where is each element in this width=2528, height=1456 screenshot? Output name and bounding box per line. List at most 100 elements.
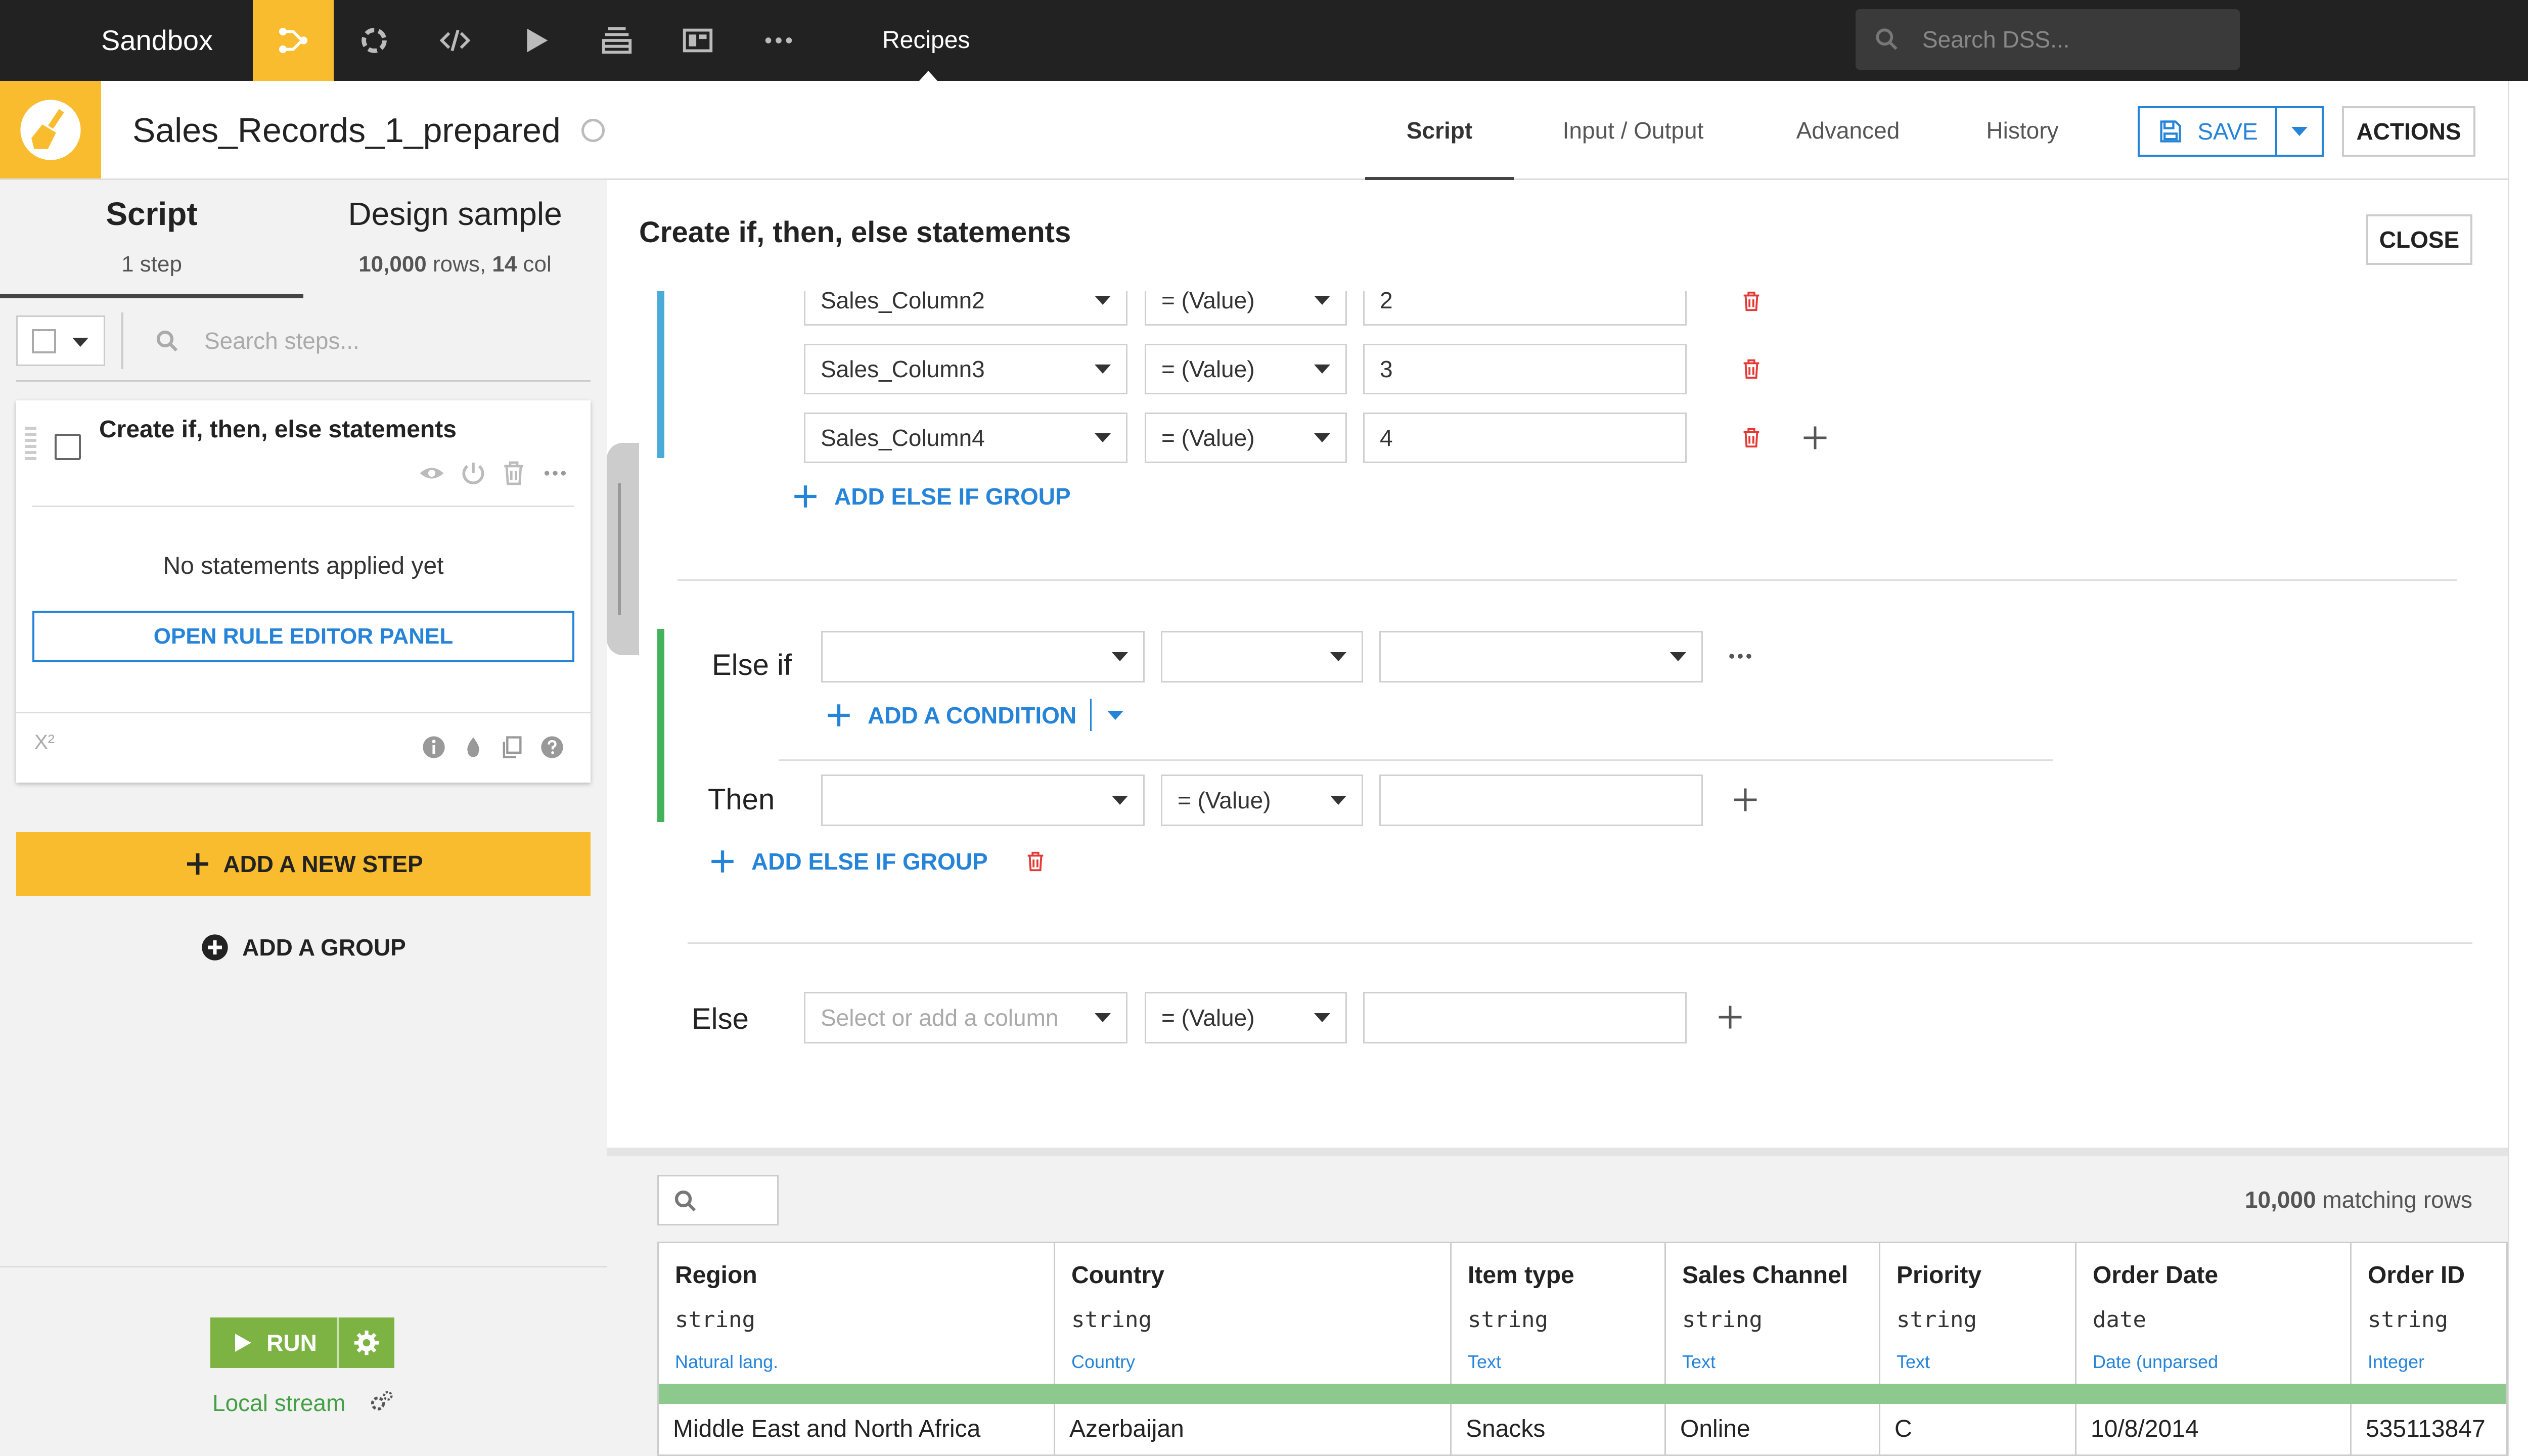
then-operator-select[interactable]: = (Value) <box>1161 775 1363 826</box>
local-stream-engine[interactable]: Local stream <box>212 1389 345 1417</box>
then-column-select[interactable] <box>821 775 1145 826</box>
panel-resize-handle[interactable] <box>607 443 639 655</box>
table-cell[interactable]: Middle East and North Africa <box>673 1415 980 1443</box>
copy-icon[interactable] <box>498 733 526 761</box>
condition-column-select[interactable]: Sales_Column2 <box>804 291 1127 326</box>
more-icon[interactable] <box>738 0 819 81</box>
add-else-if-group-button[interactable]: ADD ELSE IF GROUP <box>708 841 988 882</box>
column-storage-type[interactable]: string <box>675 1307 755 1333</box>
datasets-icon[interactable] <box>576 0 657 81</box>
else-column-select[interactable]: Select or add a column <box>804 992 1127 1043</box>
close-button[interactable]: CLOSE <box>2366 214 2472 265</box>
delete-icon[interactable] <box>1735 422 1768 454</box>
info-icon[interactable] <box>420 733 448 761</box>
add-condition-button[interactable]: ADD A CONDITION <box>824 693 1076 738</box>
column-header[interactable]: Priority string Text C <box>1880 1243 2076 1454</box>
table-cell[interactable]: Snacks <box>1466 1415 1545 1443</box>
column-storage-type[interactable]: string <box>1071 1307 1152 1333</box>
drag-handle-icon[interactable] <box>25 427 36 463</box>
step-card[interactable]: Create if, then, else statements No stat… <box>16 400 591 783</box>
column-meaning[interactable]: Text <box>1468 1351 1501 1373</box>
add-group-button[interactable]: ADD A GROUP <box>152 922 455 973</box>
run-button[interactable]: RUN <box>210 1317 337 1368</box>
column-storage-type[interactable]: string <box>1468 1307 1548 1333</box>
column-meaning[interactable]: Country <box>1071 1351 1135 1373</box>
discussion-icon[interactable] <box>2509 480 2528 541</box>
column-header[interactable]: Country string Country Azerbaijan <box>1055 1243 1452 1454</box>
project-name[interactable]: Sandbox <box>101 0 213 81</box>
add-new-step-button[interactable]: ADD A NEW STEP <box>16 832 591 896</box>
add-action-plus-icon[interactable] <box>1729 784 1762 816</box>
table-cell[interactable]: C <box>1894 1415 1912 1443</box>
list-icon[interactable] <box>2509 384 2528 445</box>
table-cell[interactable]: 535113847 <box>2366 1415 2486 1443</box>
power-icon[interactable] <box>457 457 489 489</box>
add-circle-icon[interactable] <box>2509 193 2528 253</box>
step-checkbox[interactable] <box>55 434 81 460</box>
column-meaning[interactable]: Date (unparsed <box>2093 1351 2218 1373</box>
column-meaning[interactable]: Text <box>1897 1351 1930 1373</box>
else-if-operator-select[interactable] <box>1161 631 1363 682</box>
dashboard-icon[interactable] <box>657 0 738 81</box>
save-options-dropdown[interactable] <box>2277 108 2322 155</box>
select-all-dropdown[interactable] <box>16 315 105 366</box>
condition-value-input[interactable]: 3 <box>1363 344 1687 394</box>
column-meaning[interactable]: Natural lang. <box>675 1351 778 1373</box>
column-search-input[interactable] <box>657 1175 779 1225</box>
column-storage-type[interactable]: string <box>1897 1307 1977 1333</box>
column-meaning[interactable]: Text <box>1682 1351 1716 1373</box>
condition-column-select[interactable]: Sales_Column4 <box>804 413 1127 463</box>
delete-icon[interactable] <box>1735 291 1768 317</box>
eye-icon[interactable] <box>416 457 448 489</box>
condition-value-input[interactable]: 2 <box>1363 291 1687 326</box>
back-arrow-icon[interactable] <box>2509 99 2528 159</box>
column-storage-type[interactable]: date <box>2093 1307 2146 1333</box>
condition-operator-select[interactable]: = (Value) <box>1145 344 1347 394</box>
table-cell[interactable]: 10/8/2014 <box>2091 1415 2199 1443</box>
jobs-icon[interactable] <box>334 0 415 81</box>
add-else-action-plus-icon[interactable] <box>1714 1001 1746 1033</box>
edit-name-icon[interactable] <box>581 119 605 142</box>
delete-icon[interactable] <box>1735 353 1768 385</box>
global-search-input[interactable]: Search DSS... <box>1856 9 2240 70</box>
column-header[interactable]: Region string Natural lang. Middle East and… <box>659 1243 1055 1454</box>
column-storage-type[interactable]: string <box>2368 1307 2448 1333</box>
tab-design-sample[interactable]: Design sample 10,000 rows, 14 col <box>303 180 607 299</box>
table-cell[interactable]: Azerbaijan <box>1069 1415 1184 1443</box>
nav-section-recipes[interactable]: Recipes <box>882 0 970 81</box>
tab-script-steps[interactable]: Script 1 step <box>0 180 303 299</box>
recipe-name[interactable]: Sales_Records_1_prepared <box>132 81 561 180</box>
tab-history[interactable]: History <box>1962 81 2083 180</box>
info-icon[interactable] <box>2509 289 2528 349</box>
column-storage-type[interactable]: string <box>1682 1307 1763 1333</box>
select-all-checkbox[interactable] <box>32 329 56 353</box>
run-icon[interactable] <box>495 0 576 81</box>
gears-icon[interactable] <box>367 1388 395 1417</box>
else-operator-select[interactable]: = (Value) <box>1145 992 1347 1043</box>
column-header[interactable]: Item type string Text Snacks <box>1452 1243 1666 1454</box>
add-condition-dropdown[interactable] <box>1107 711 1123 720</box>
column-meaning[interactable]: Integer <box>2368 1351 2424 1373</box>
delete-group-icon[interactable] <box>1019 845 1052 878</box>
column-header[interactable]: Order ID string Integer 535113847 <box>2352 1243 2506 1454</box>
actions-button[interactable]: ACTIONS <box>2342 106 2475 157</box>
add-condition-plus-icon[interactable] <box>1799 422 1831 454</box>
condition-operator-select[interactable]: = (Value) <box>1145 291 1347 326</box>
lab-icon[interactable] <box>2509 579 2528 640</box>
tab-script[interactable]: Script <box>1365 81 1514 180</box>
tab-advanced[interactable]: Advanced <box>1770 81 1926 180</box>
save-button[interactable]: SAVE <box>2140 108 2275 155</box>
else-value-input[interactable] <box>1363 992 1687 1043</box>
trash-icon[interactable] <box>498 457 530 489</box>
more-icon[interactable] <box>539 457 571 489</box>
else-if-column-select[interactable] <box>821 631 1145 682</box>
tab-input-output[interactable]: Input / Output <box>1537 81 1729 180</box>
formula-icon[interactable]: X² <box>34 731 55 754</box>
search-steps-input[interactable]: Search steps... <box>147 315 592 366</box>
table-cell[interactable]: Online <box>1680 1415 1750 1443</box>
condition-column-select[interactable]: Sales_Column3 <box>804 344 1127 394</box>
code-icon[interactable] <box>415 0 495 81</box>
then-value-input[interactable] <box>1379 775 1703 826</box>
open-rule-editor-button[interactable]: OPEN RULE EDITOR PANEL <box>32 611 574 662</box>
flow-icon[interactable] <box>253 0 334 81</box>
